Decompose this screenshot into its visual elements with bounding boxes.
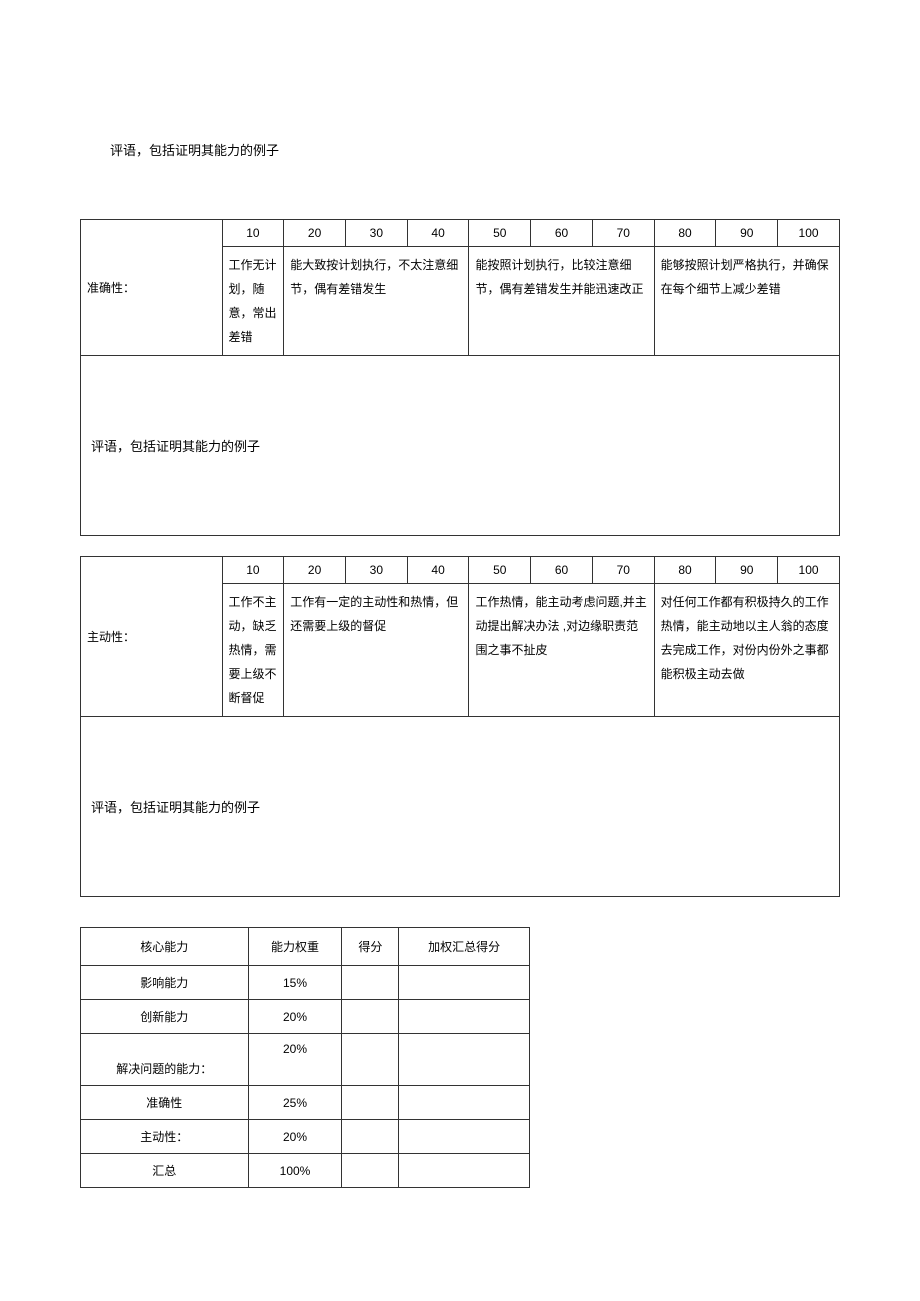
intro-comment-label: 评语，包括证明其能力的例子 [110, 140, 860, 159]
comment-label: 评语，包括证明其能力的例子 [81, 356, 840, 536]
ability-name: 主动性： [81, 1120, 249, 1154]
score-cell: 90 [716, 557, 778, 584]
score-cell: 50 [469, 557, 531, 584]
ability-weight: 20% [248, 1000, 342, 1034]
table-row: 创新能力 20% [81, 1000, 530, 1034]
ability-name: 解决问题的能力： [81, 1034, 249, 1086]
score-cell: 20 [284, 220, 346, 247]
score-cell: 30 [345, 557, 407, 584]
header-cell: 加权汇总得分 [399, 928, 530, 966]
header-cell: 核心能力 [81, 928, 249, 966]
score-cell: 70 [592, 557, 654, 584]
rubric-accuracy: 准确性： 10 20 30 40 50 60 70 80 90 100 工作无计… [80, 219, 840, 536]
ability-weight: 20% [248, 1034, 342, 1086]
rubric-desc: 工作无计划，随意，常出差错 [222, 247, 284, 356]
ability-name: 汇总 [81, 1154, 249, 1188]
ability-name: 准确性 [81, 1086, 249, 1120]
rubric-label: 准确性： [81, 220, 223, 356]
ability-weighted [399, 966, 530, 1000]
score-cell: 100 [778, 220, 840, 247]
ability-score [342, 1000, 399, 1034]
ability-score [342, 1154, 399, 1188]
ability-weight: 20% [248, 1120, 342, 1154]
ability-weighted [399, 1034, 530, 1086]
comment-label: 评语，包括证明其能力的例子 [81, 717, 840, 897]
ability-score [342, 1034, 399, 1086]
ability-weight: 100% [248, 1154, 342, 1188]
score-cell: 30 [345, 220, 407, 247]
ability-name: 影响能力 [81, 966, 249, 1000]
ability-weighted [399, 1000, 530, 1034]
rubric-desc: 对任何工作都有积极持久的工作热情，能主动地以主人翁的态度去完成工作，对份内份外之… [654, 584, 839, 717]
rubric-desc: 能够按照计划严格执行，并确保在每个细节上减少差错 [654, 247, 839, 356]
ability-score [342, 1086, 399, 1120]
score-cell: 70 [592, 220, 654, 247]
table-row: 评语，包括证明其能力的例子 [81, 717, 840, 897]
ability-name: 创新能力 [81, 1000, 249, 1034]
ability-weighted [399, 1154, 530, 1188]
score-cell: 40 [407, 557, 469, 584]
table-row: 解决问题的能力： 20% [81, 1034, 530, 1086]
ability-weight: 15% [248, 966, 342, 1000]
rubric-desc: 工作不主动，缺乏热情，需要上级不断督促 [222, 584, 284, 717]
score-cell: 100 [778, 557, 840, 584]
table-row: 影响能力 15% [81, 966, 530, 1000]
header-cell: 得分 [342, 928, 399, 966]
rubric-desc: 工作有一定的主动性和热情，但还需要上级的督促 [284, 584, 469, 717]
ability-score [342, 1120, 399, 1154]
score-cell: 60 [531, 557, 593, 584]
score-cell: 50 [469, 220, 531, 247]
table-row: 准确性 25% [81, 1086, 530, 1120]
rubric-desc: 工作热情，能主动考虑问题,并主动提出解决办法 ,对边缘职责范围之事不扯皮 [469, 584, 654, 717]
rubric-label: 主动性： [81, 557, 223, 717]
score-cell: 10 [222, 557, 284, 584]
score-cell: 10 [222, 220, 284, 247]
score-cell: 60 [531, 220, 593, 247]
ability-weight: 25% [248, 1086, 342, 1120]
ability-weighted [399, 1086, 530, 1120]
summary-table: 核心能力 能力权重 得分 加权汇总得分 影响能力 15% 创新能力 20% 解决… [80, 927, 530, 1188]
table-row: 主动性： 20% [81, 1120, 530, 1154]
score-cell: 20 [284, 557, 346, 584]
ability-weighted [399, 1120, 530, 1154]
rubric-desc: 能大致按计划执行，不太注意细节，偶有差错发生 [284, 247, 469, 356]
score-cell: 80 [654, 220, 716, 247]
ability-score [342, 966, 399, 1000]
table-row: 主动性： 10 20 30 40 50 60 70 80 90 100 [81, 557, 840, 584]
table-row: 汇总 100% [81, 1154, 530, 1188]
table-row: 核心能力 能力权重 得分 加权汇总得分 [81, 928, 530, 966]
score-cell: 90 [716, 220, 778, 247]
header-cell: 能力权重 [248, 928, 342, 966]
table-row: 准确性： 10 20 30 40 50 60 70 80 90 100 [81, 220, 840, 247]
rubric-desc: 能按照计划执行，比较注意细节，偶有差错发生并能迅速改正 [469, 247, 654, 356]
rubric-initiative: 主动性： 10 20 30 40 50 60 70 80 90 100 工作不主… [80, 556, 840, 897]
score-cell: 40 [407, 220, 469, 247]
table-row: 评语，包括证明其能力的例子 [81, 356, 840, 536]
score-cell: 80 [654, 557, 716, 584]
